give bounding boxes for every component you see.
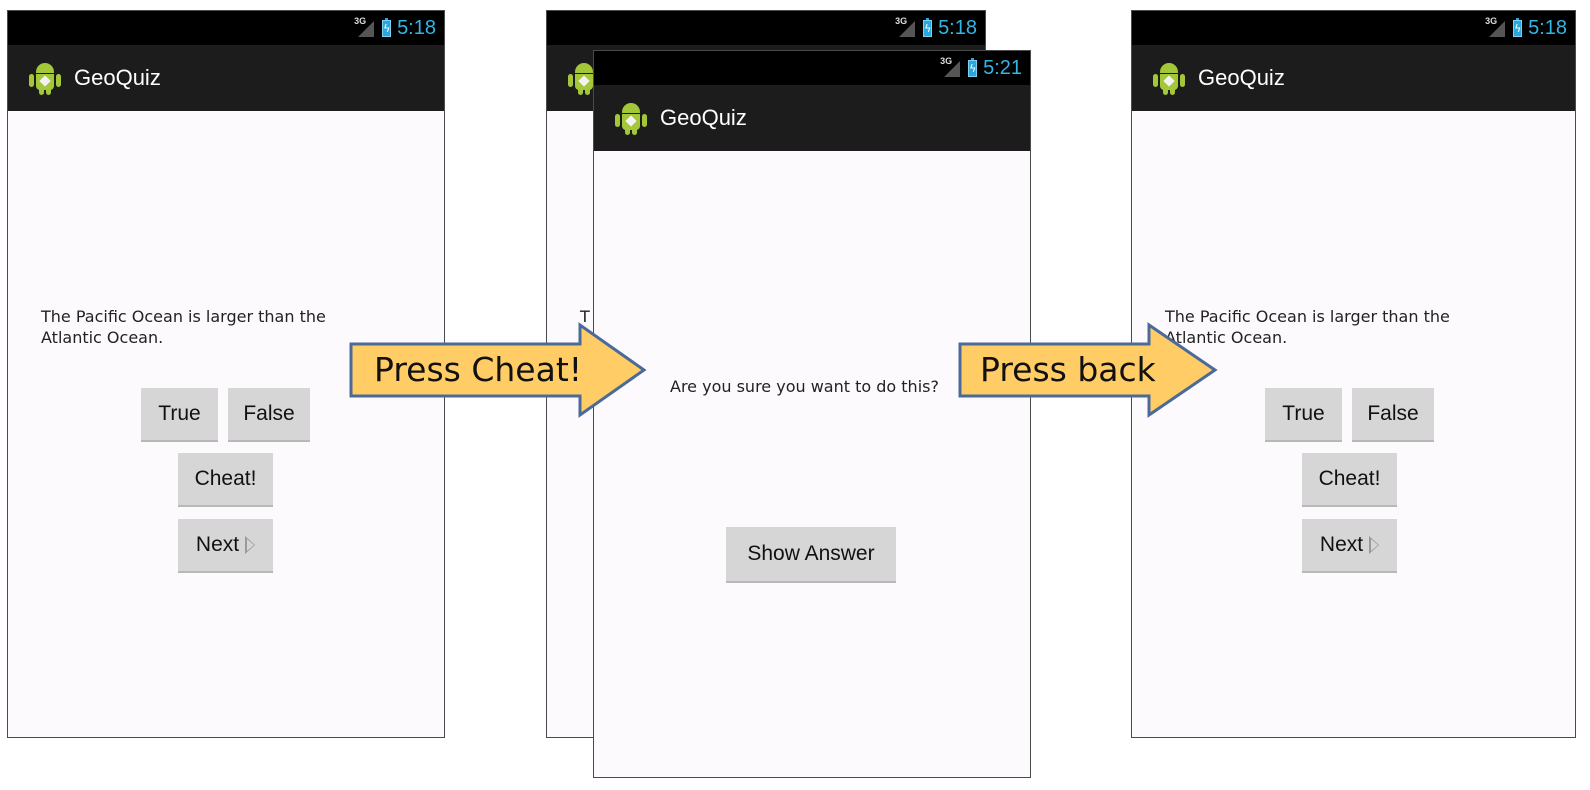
cheat-button[interactable]: Cheat!: [178, 453, 273, 507]
battery-icon: [968, 57, 978, 77]
false-button[interactable]: False: [1352, 388, 1434, 442]
status-time: 5:18: [1528, 16, 1567, 39]
next-arrow-icon: [1369, 536, 1380, 554]
press-back-label: Press back: [980, 350, 1156, 389]
signal-icon: 3G: [1485, 16, 1507, 39]
signal-icon: 3G: [940, 56, 962, 79]
app-title: GeoQuiz: [74, 65, 161, 90]
status-bar: 3G 5:21: [594, 51, 1030, 85]
status-time: 5:21: [983, 56, 1022, 79]
battery-icon: [1513, 17, 1523, 37]
false-button[interactable]: False: [228, 388, 310, 442]
status-time: 5:18: [938, 16, 977, 39]
android-app-icon: [1152, 61, 1186, 95]
next-button[interactable]: Next: [1302, 519, 1397, 573]
cheat-prompt: Are you sure you want to do this?: [670, 377, 939, 396]
true-button[interactable]: True: [1265, 388, 1342, 442]
next-arrow-icon: [245, 536, 256, 554]
battery-icon: [382, 17, 392, 37]
battery-icon: [923, 17, 933, 37]
next-label: Next: [195, 533, 240, 556]
status-bar: 3G 5:18: [547, 11, 985, 45]
status-bar: 3G 5:18: [1132, 11, 1575, 45]
show-answer-button[interactable]: Show Answer: [726, 527, 896, 583]
signal-icon: 3G: [895, 16, 917, 39]
action-bar: GeoQuiz: [1132, 45, 1575, 111]
android-app-icon: [614, 101, 648, 135]
action-bar: GeoQuiz: [594, 85, 1030, 151]
android-app-icon: [28, 61, 62, 95]
next-button[interactable]: Next: [178, 519, 273, 573]
question-text: The Pacific Ocean is larger than the Atl…: [41, 307, 326, 347]
status-bar: 3G 5:18: [8, 11, 444, 45]
action-bar: GeoQuiz: [8, 45, 444, 111]
app-title: GeoQuiz: [1198, 65, 1285, 90]
cheat-button[interactable]: Cheat!: [1302, 453, 1397, 507]
true-button[interactable]: True: [141, 388, 218, 442]
status-time: 5:18: [397, 16, 436, 39]
press-cheat-label: Press Cheat!: [374, 350, 582, 389]
signal-icon: 3G: [354, 16, 376, 39]
app-title: GeoQuiz: [660, 105, 747, 130]
next-label: Next: [1319, 533, 1364, 556]
